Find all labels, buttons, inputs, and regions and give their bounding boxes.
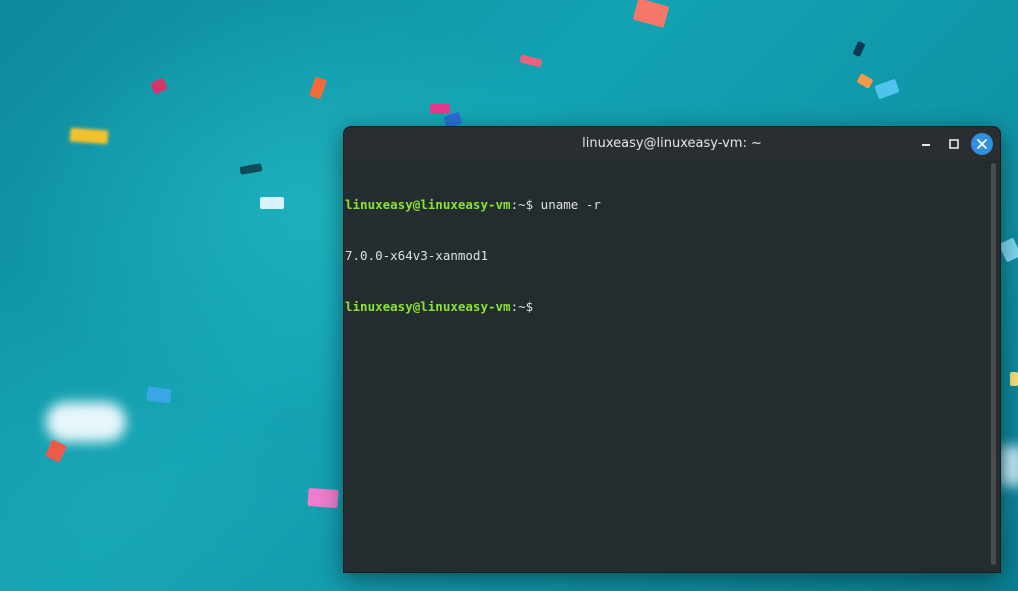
confetti [150,77,168,95]
prompt-path: :~$ [510,299,534,314]
confetti [1000,446,1018,486]
scrollbar[interactable] [991,163,996,565]
confetti [852,40,866,58]
title-bar[interactable]: linuxeasy@linuxeasy-vm: ~ [344,127,1000,162]
minimize-button[interactable] [916,134,936,154]
command-text: uname -r [533,197,601,212]
command-output: 7.0.0-x64v3-xanmod1 [345,248,488,263]
confetti [998,237,1018,263]
terminal-line: linuxeasy@linuxeasy-vm:~$ [345,298,988,315]
confetti [239,163,263,175]
confetti [308,76,328,100]
confetti [69,127,109,145]
confetti [1010,372,1018,386]
confetti [856,73,874,89]
maximize-button[interactable] [944,134,964,154]
minimize-icon [922,144,930,146]
terminal-line: 7.0.0-x64v3-xanmod1 [345,247,988,264]
terminal-output[interactable]: linuxeasy@linuxeasy-vm:~$ uname -r 7.0.0… [344,162,988,572]
confetti [46,402,126,442]
confetti [519,54,543,68]
confetti [632,0,670,28]
maximize-icon [949,139,959,149]
confetti [430,104,450,114]
prompt-user-host: linuxeasy@linuxeasy-vm [345,197,511,212]
terminal-window[interactable]: linuxeasy@linuxeasy-vm: ~ linuxeasy@linu… [343,126,1001,573]
close-icon [977,139,987,149]
window-title: linuxeasy@linuxeasy-vm: ~ [582,136,762,151]
terminal-line: linuxeasy@linuxeasy-vm:~$ uname -r [345,196,988,213]
confetti [146,386,172,404]
confetti [874,78,900,100]
close-button[interactable] [971,133,993,155]
confetti [44,439,68,463]
prompt-path: :~$ [510,197,534,212]
confetti [307,487,339,509]
confetti [260,197,284,209]
prompt-user-host: linuxeasy@linuxeasy-vm [345,299,511,314]
